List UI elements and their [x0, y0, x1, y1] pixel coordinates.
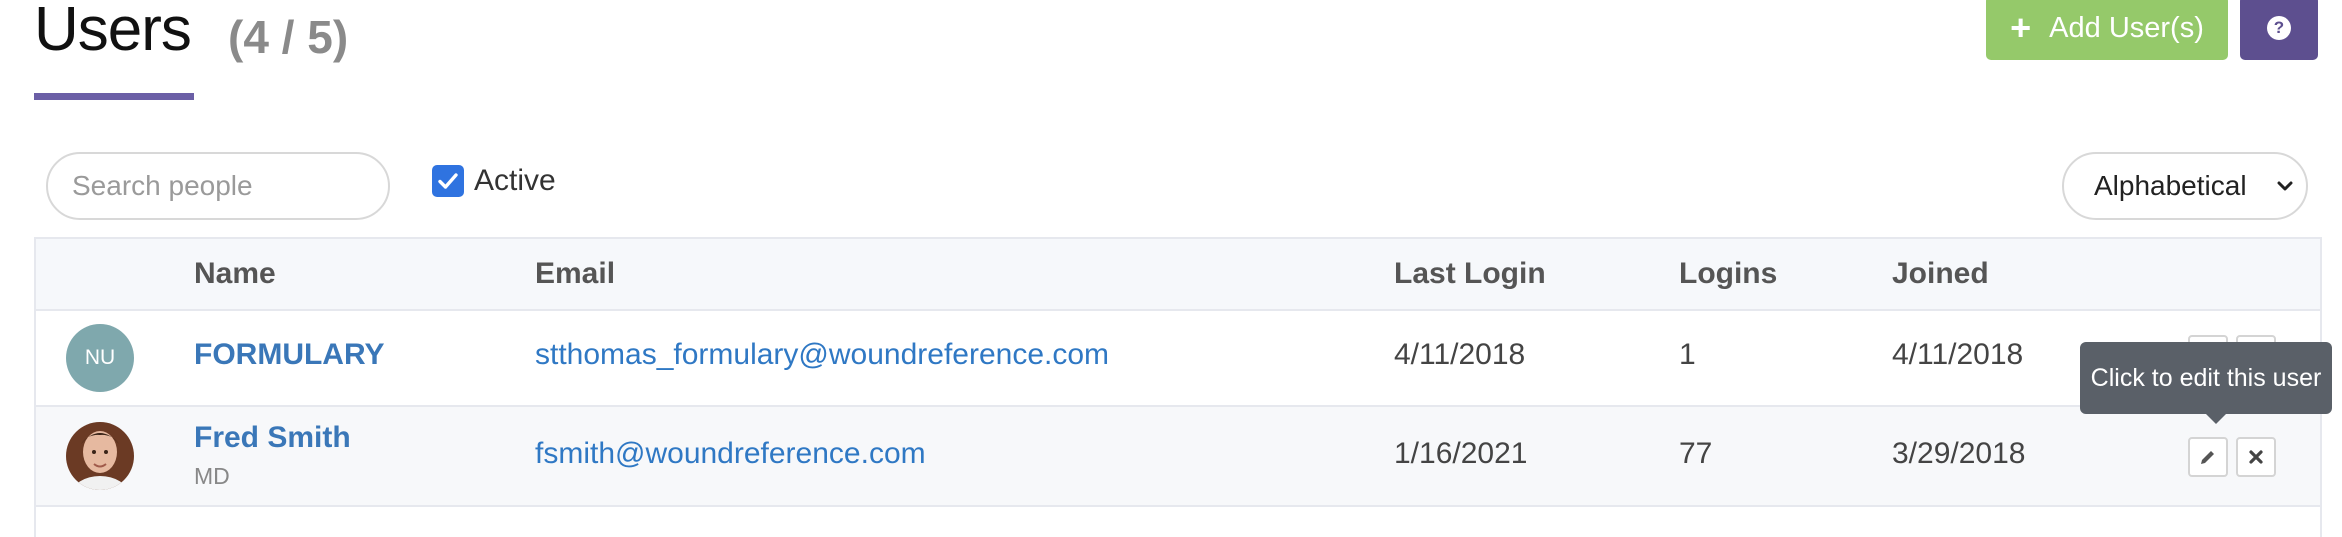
edit-user-button[interactable]: [2188, 437, 2228, 477]
close-icon: [2249, 450, 2263, 464]
sort-select-value: Alphabetical: [2094, 170, 2247, 201]
user-email-link[interactable]: stthomas_formulary@woundreference.com: [535, 338, 1109, 372]
add-users-button[interactable]: + Add User(s): [1986, 0, 2228, 60]
table-header: Name Email Last Login Logins Joined: [36, 239, 2320, 311]
plus-icon: +: [2010, 7, 2032, 48]
column-header-last-login[interactable]: Last Login: [1394, 257, 1546, 291]
logins-value: 77: [1679, 437, 1713, 470]
active-checkbox[interactable]: [432, 165, 464, 197]
table-row: NU FORMULARY stthomas_formulary@woundref…: [36, 311, 2320, 407]
user-count: (4 / 5): [228, 11, 349, 63]
chevron-down-icon: [2277, 181, 2293, 191]
sort-select[interactable]: Alphabetical: [2062, 152, 2308, 220]
logins-value: 1: [1679, 338, 1696, 371]
last-login-value: 1/16/2021: [1394, 437, 1528, 470]
search-input[interactable]: [46, 152, 390, 220]
pencil-icon: [2201, 451, 2214, 464]
active-label: Active: [474, 164, 556, 197]
question-circle-icon: ?: [2267, 16, 2291, 40]
avatar: [66, 422, 134, 490]
user-photo-icon: [66, 422, 134, 490]
user-email-link[interactable]: fsmith@woundreference.com: [535, 437, 926, 471]
edit-user-tooltip: Click to edit this user: [2080, 342, 2332, 414]
column-header-email[interactable]: Email: [535, 257, 615, 291]
user-credential: MD: [194, 463, 230, 489]
column-header-logins[interactable]: Logins: [1679, 257, 1777, 291]
help-button[interactable]: ?: [2240, 0, 2318, 60]
last-login-value: 4/11/2018: [1394, 338, 1526, 371]
checkmark-icon: [438, 173, 458, 189]
users-table: Name Email Last Login Logins Joined NU F…: [34, 237, 2322, 537]
column-header-name[interactable]: Name: [194, 257, 276, 291]
joined-value: 3/29/2018: [1892, 437, 2026, 470]
tooltip-arrow: [2206, 414, 2226, 424]
active-filter: Active: [432, 164, 556, 198]
user-name-link[interactable]: Fred Smith: [194, 421, 351, 455]
joined-value: 4/11/2018: [1892, 338, 2024, 371]
title-underline: [34, 93, 194, 100]
table-row: Fred Smith MD fsmith@woundreference.com …: [36, 407, 2320, 507]
page-title: Users: [34, 0, 192, 64]
add-users-label: Add User(s): [2049, 11, 2204, 44]
user-name-link[interactable]: FORMULARY: [194, 338, 385, 372]
avatar: NU: [66, 324, 134, 392]
column-header-joined[interactable]: Joined: [1892, 257, 1989, 291]
delete-user-button[interactable]: [2236, 437, 2276, 477]
